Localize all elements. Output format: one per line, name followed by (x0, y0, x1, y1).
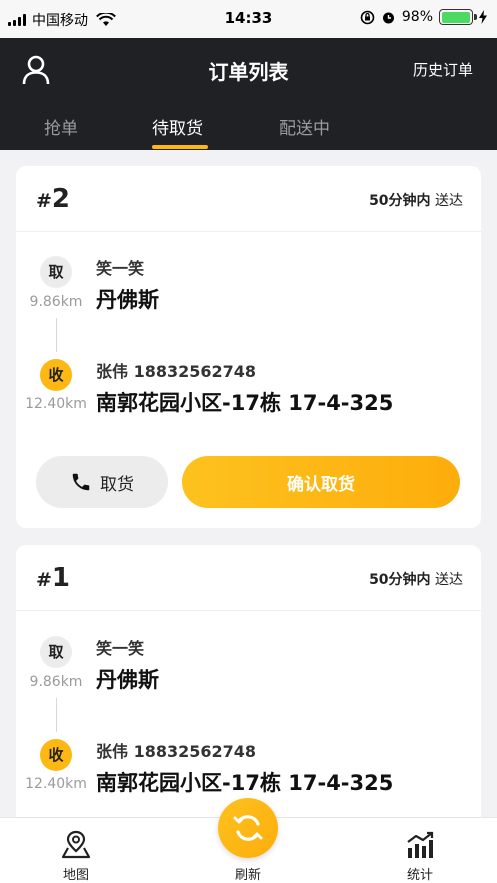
pickup-badge: 取 (40, 256, 72, 288)
order-card[interactable]: #2 50分钟内 送达 取 9.86km 笑一笑 丹佛斯 收 12.40km 张… (16, 166, 481, 528)
refresh-button[interactable] (218, 798, 278, 858)
receiver-contact: 张伟 18832562748 (96, 742, 257, 761)
pickup-distance: 9.86km (29, 674, 83, 690)
receive-address: 南郭花园小区-17栋 17-4-325 (96, 391, 394, 415)
receive-distance: 12.40km (25, 396, 87, 412)
receive-address: 南郭花园小区-17栋 17-4-325 (96, 771, 394, 795)
order-card[interactable]: #1 50分钟内 送达 取 9.86km 笑一笑 丹佛斯 收 12.40km 张… (16, 545, 481, 835)
tab-grab[interactable]: 抢单 (44, 114, 78, 139)
order-header: #2 50分钟内 送达 (16, 166, 481, 232)
nav-stats[interactable]: 统计 (390, 830, 450, 883)
history-orders-link[interactable]: 历史订单 (413, 59, 473, 80)
pickup-address: 丹佛斯 (96, 668, 159, 692)
receive-badge: 收 (40, 359, 72, 391)
nav-map-label: 地图 (62, 868, 89, 883)
refresh-icon (233, 815, 263, 841)
call-button-label: 取货 (100, 474, 134, 495)
active-tab-indicator (152, 145, 208, 149)
bottom-nav: 地图 刷新 统计 (0, 798, 497, 883)
charging-icon (479, 10, 487, 24)
phone-icon (72, 473, 90, 491)
pickup-badge: 取 (40, 636, 72, 668)
pickup-store-name: 笑一笑 (96, 639, 145, 658)
route-line (56, 698, 57, 732)
receiver-contact: 张伟 18832562748 (96, 362, 257, 381)
rotation-lock-icon (360, 10, 375, 24)
order-header: #1 50分钟内 送达 (16, 545, 481, 611)
pickup-distance: 9.86km (29, 294, 83, 310)
order-route: 取 9.86km 笑一笑 丹佛斯 收 12.40km 张伟 1883256274… (16, 611, 481, 816)
status-bar: 中国移动 14:33 98% (0, 0, 497, 38)
map-pin-icon (61, 830, 91, 859)
chart-icon (407, 831, 434, 858)
delivery-deadline: 50分钟内 送达 (369, 193, 463, 209)
confirm-pickup-button[interactable]: 确认取货 (182, 456, 460, 508)
tab-bar: 抢单 待取货 配送中 (0, 114, 497, 150)
order-number: #1 (36, 563, 71, 593)
delivery-deadline: 50分钟内 送达 (369, 572, 463, 588)
battery-icon (439, 9, 477, 25)
order-actions: 取货 确认取货 (16, 456, 481, 526)
alarm-icon (382, 12, 394, 23)
order-route: 取 9.86km 笑一笑 丹佛斯 收 12.40km 张伟 1883256274… (16, 232, 481, 437)
call-pickup-button[interactable]: 取货 (36, 456, 168, 508)
pickup-store-name: 笑一笑 (96, 259, 145, 278)
pickup-address: 丹佛斯 (96, 288, 159, 312)
status-right: 98% (360, 9, 487, 25)
nav-map[interactable]: 地图 (46, 830, 106, 883)
route-line (56, 318, 57, 352)
tab-pending-pickup[interactable]: 待取货 (152, 114, 203, 139)
nav-stats-label: 统计 (406, 868, 433, 883)
order-number: #2 (36, 184, 71, 214)
receive-distance: 12.40km (25, 776, 87, 792)
app-header: 订单列表 历史订单 抢单 待取货 配送中 (0, 38, 497, 150)
tab-delivering[interactable]: 配送中 (279, 114, 330, 139)
nav-refresh-label: 刷新 (234, 868, 261, 883)
receive-badge: 收 (40, 739, 72, 771)
battery-percent: 98% (401, 9, 433, 25)
